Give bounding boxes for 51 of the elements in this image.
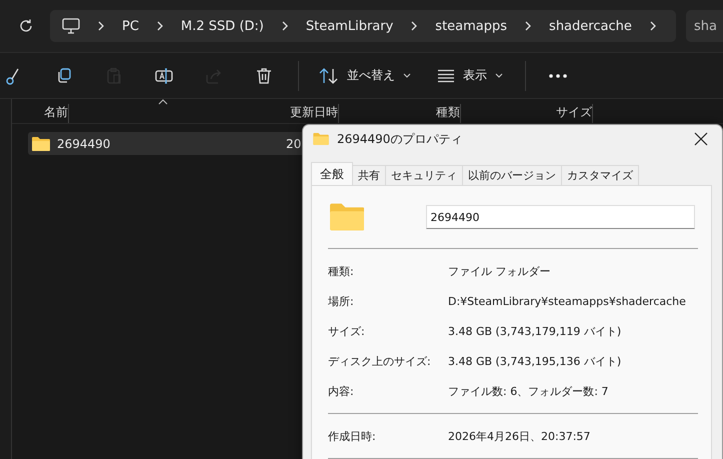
breadcrumb-item[interactable]: shadercache [549, 18, 632, 34]
name-field[interactable]: 2694490 [426, 205, 695, 229]
search-field[interactable]: sha [686, 10, 723, 42]
caret-icon [495, 72, 503, 78]
property-value: 2026年4月26日、20:37:57 [448, 428, 590, 444]
breadcrumb-item[interactable]: SteamLibrary [306, 18, 394, 34]
tab[interactable]: 全般 [311, 162, 353, 185]
date-cell: 20 [286, 136, 302, 150]
property-value: D:¥SteamLibrary¥steamapps¥shadercache [448, 294, 686, 308]
chevron-icon [156, 21, 164, 31]
sort-icon [319, 66, 339, 84]
property-label: 場所: [328, 294, 355, 308]
rename-icon [154, 66, 174, 86]
sort-button[interactable]: 並べ替え [307, 58, 423, 92]
folder-icon [330, 203, 364, 231]
tab[interactable]: カスタマイズ [561, 165, 639, 185]
file-name: 2694490 [57, 136, 110, 150]
more-icon [548, 72, 568, 78]
chevron-icon [280, 21, 289, 31]
column-header[interactable]: サイズ [524, 104, 593, 123]
column-header[interactable]: 名前 [12, 104, 69, 123]
close-icon [694, 132, 708, 146]
property-label: 種類: [328, 264, 355, 278]
folder-icon [32, 136, 50, 150]
column-header[interactable]: 種類 [404, 104, 461, 123]
breadcrumb-item[interactable]: steamapps [435, 18, 508, 34]
property-label: 内容: [328, 384, 355, 398]
list-icon [437, 68, 455, 82]
property-value: 3.48 GB (3,743,195,136 バイト) [448, 354, 622, 368]
property-label: ディスク上のサイズ: [328, 354, 432, 368]
breadcrumb-item[interactable]: PC [122, 18, 139, 34]
chevron-icon [648, 21, 657, 31]
breadcrumb-item[interactable]: M.2 SSD (D:) [180, 18, 264, 34]
folder-icon [313, 133, 329, 145]
chevron-icon [524, 21, 532, 31]
caret-icon [403, 72, 411, 78]
property-value: ファイル数: 6、フォルダー数: 7 [448, 384, 608, 398]
monitor-icon [62, 18, 80, 34]
dialog-title: 2694490のプロパティ [337, 130, 462, 148]
property-value: ファイル フォルダー [448, 264, 550, 278]
property-label: サイズ: [328, 324, 366, 338]
view-button[interactable]: 表示 [425, 58, 515, 92]
column-header[interactable]: 更新日時 [258, 104, 339, 123]
sort-caret-icon [158, 99, 168, 105]
trash-icon [254, 66, 274, 86]
chevron-icon [410, 21, 418, 31]
property-value: 3.48 GB (3,743,179,119 バイト) [448, 324, 622, 338]
refresh-icon [18, 18, 34, 34]
address-bar[interactable]: PC M.2 SSD (D:) SteamLibrary steamapps shadercache [50, 10, 676, 42]
chevron-icon [97, 21, 105, 31]
property-label: 作成日時: [328, 428, 377, 444]
